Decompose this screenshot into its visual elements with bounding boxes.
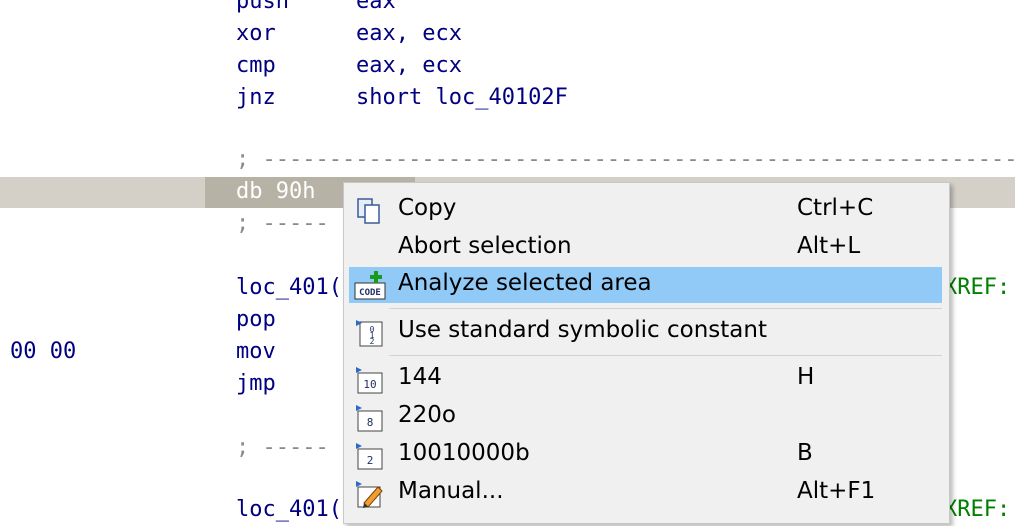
location-label[interactable]: loc_401( (236, 272, 342, 304)
menu-item-decimal-144[interactable]: 10 144 H (349, 361, 942, 397)
copy-icon (354, 196, 384, 226)
symbolic-constant-icon: 0 1 2 (354, 318, 384, 348)
xref-comment[interactable]: XREF: (944, 272, 1010, 304)
menu-item-manual[interactable]: Manual... Alt+F1 (349, 475, 942, 511)
menu-separator (389, 308, 942, 309)
instr-cmp[interactable]: cmp (236, 50, 276, 82)
menu-item-binary-10010000b[interactable]: 2 10010000b B (349, 437, 942, 473)
menu-item-shortcut: Ctrl+C (797, 195, 874, 221)
menu-item-label: Abort selection (398, 233, 572, 259)
menu-item-shortcut: B (797, 440, 813, 466)
menu-item-label: 10010000b (398, 440, 530, 466)
separator-line: ; --------------------------------------… (236, 147, 1015, 172)
instr-xor[interactable]: xor (236, 18, 276, 50)
menu-item-label: 220o (398, 402, 456, 428)
menu-item-copy[interactable]: Copy Ctrl+C (349, 192, 942, 228)
menu-item-abort-selection[interactable]: Abort selection Alt+L (349, 230, 942, 266)
instr-pop[interactable]: pop (236, 304, 276, 336)
octal-icon: 8 (354, 403, 384, 433)
menu-item-analyze-selected-area[interactable]: CODE Analyze selected area (349, 267, 942, 303)
selected-db-line[interactable]: db 90h (236, 176, 315, 208)
menu-item-label: Analyze selected area (398, 270, 652, 296)
menu-item-label: Use standard symbolic constant (398, 317, 767, 343)
context-menu: Copy Ctrl+C Abort selection Alt+L CODE A… (343, 182, 950, 524)
menu-item-label: Copy (398, 195, 457, 221)
instr-jmp[interactable]: jmp (236, 368, 276, 400)
instr-mov[interactable]: mov (236, 336, 276, 368)
operand-push[interactable]: eax (356, 0, 396, 18)
separator-line: ; ----- (236, 211, 329, 236)
decimal-icon: 10 (354, 365, 384, 395)
menu-item-shortcut: H (797, 364, 815, 390)
octal-icon-text: 8 (367, 416, 374, 429)
operand-cmp[interactable]: eax, ecx (356, 50, 462, 82)
menu-item-label: 144 (398, 364, 442, 390)
operand-xor[interactable]: eax, ecx (356, 18, 462, 50)
opcode-bytes: 00 00 (10, 339, 77, 364)
xref-comment[interactable]: XREF: (944, 494, 1010, 526)
menu-item-shortcut: Alt+F1 (797, 478, 876, 504)
instr-jnz[interactable]: jnz (236, 82, 276, 114)
decimal-icon-text: 10 (363, 378, 376, 391)
binary-icon: 2 (354, 441, 384, 471)
code-analyze-icon: CODE (354, 271, 386, 301)
instr-push[interactable]: push (236, 0, 289, 18)
menu-separator (389, 355, 942, 356)
menu-item-label: Manual... (398, 478, 504, 504)
separator-line: ; ----- (236, 435, 329, 460)
code-icon-text: CODE (359, 288, 381, 298)
svg-text:2: 2 (370, 337, 375, 346)
binary-icon-text: 2 (367, 454, 374, 467)
location-label[interactable]: loc_401( (236, 494, 342, 526)
menu-item-use-standard-symbolic-constant[interactable]: 0 1 2 Use standard symbolic constant (349, 314, 942, 350)
operand-jnz[interactable]: short loc_40102F (356, 82, 568, 114)
menu-item-shortcut: Alt+L (797, 233, 861, 259)
menu-item-octal-220o[interactable]: 8 220o (349, 399, 942, 435)
manual-edit-icon (354, 479, 384, 509)
